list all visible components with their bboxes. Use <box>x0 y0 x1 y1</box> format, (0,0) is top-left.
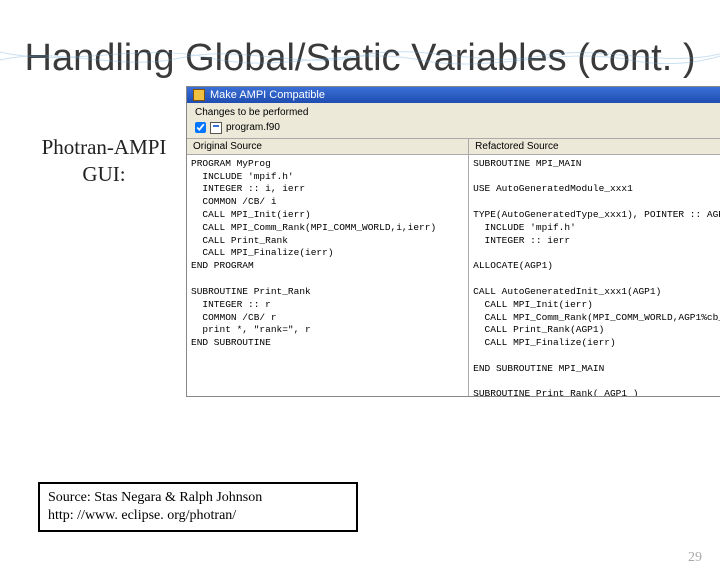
refactored-source-pane: Refactored Source SUBROUTINE MPI_MAIN US… <box>469 139 720 396</box>
dialog-titlebar: Make AMPI Compatible <box>187 87 720 103</box>
original-source-header: Original Source <box>187 139 468 155</box>
changes-section-label: Changes to be performed <box>187 103 720 120</box>
source-attribution-box: Source: Stas Negara & Ralph Johnson http… <box>38 482 358 532</box>
source-line2: http: //www. eclipse. org/photran/ <box>48 507 348 525</box>
refactored-source-code: SUBROUTINE MPI_MAIN USE AutoGeneratedMod… <box>469 155 720 396</box>
file-row[interactable]: program.f90 <box>187 120 720 138</box>
original-source-code: PROGRAM MyProg INCLUDE 'mpif.h' INTEGER … <box>187 155 468 353</box>
dialog-title: Make AMPI Compatible <box>210 89 325 101</box>
file-checkbox[interactable] <box>195 122 206 133</box>
refactored-source-header: Refactored Source <box>469 139 720 155</box>
slide-title: Handling Global/Static Variables (cont. … <box>0 38 720 80</box>
dialog-icon <box>193 89 205 101</box>
file-icon <box>210 122 222 134</box>
original-source-pane: Original Source PROGRAM MyProg INCLUDE '… <box>187 139 469 396</box>
ampi-dialog: Make AMPI Compatible Changes to be perfo… <box>186 86 720 397</box>
slide-number: 29 <box>688 550 702 566</box>
file-name: program.f90 <box>226 122 280 133</box>
source-line1: Source: Stas Negara & Ralph Johnson <box>48 489 348 507</box>
left-label: Photran-AMPI GUI: <box>34 86 174 189</box>
